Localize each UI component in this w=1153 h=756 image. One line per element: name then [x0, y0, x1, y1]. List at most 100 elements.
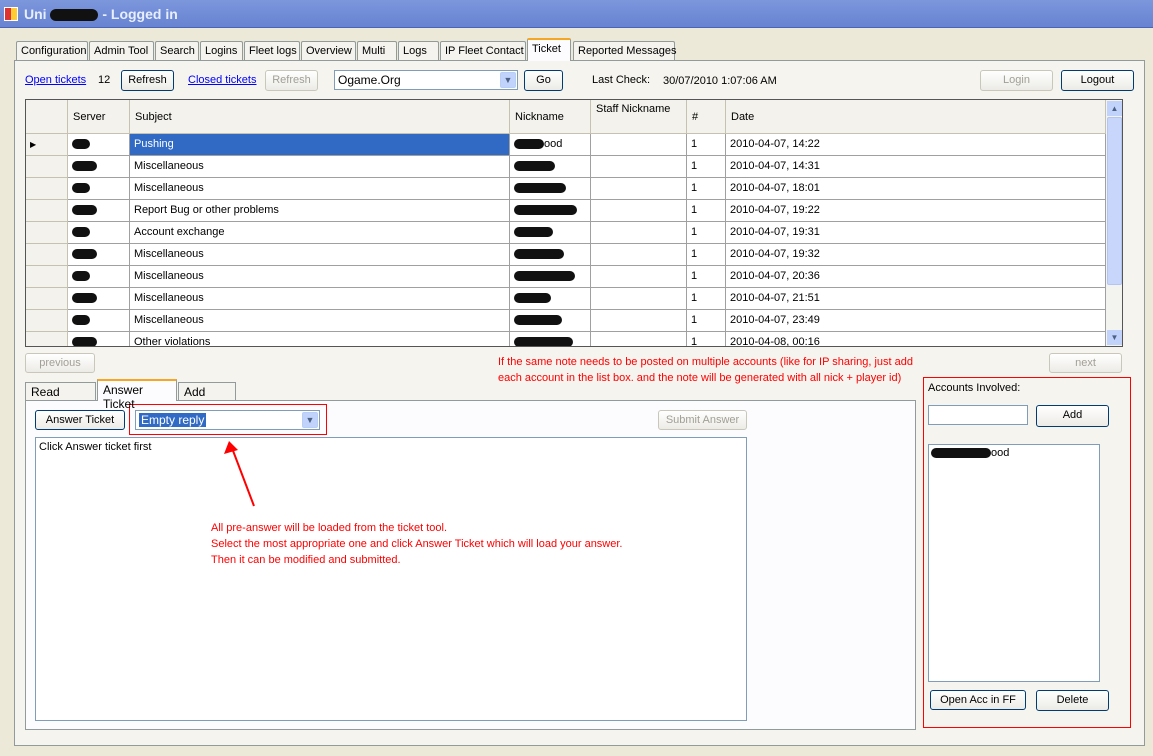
cell-date[interactable]: 2010-04-07, 21:51: [726, 288, 1106, 310]
row-header[interactable]: [26, 310, 68, 332]
column-header-nickname[interactable]: Nickname: [510, 100, 591, 134]
tab-answer-ticket[interactable]: Answer Ticket: [97, 379, 177, 411]
row-header[interactable]: [26, 178, 68, 200]
cell-subject[interactable]: Miscellaneous: [130, 288, 510, 310]
previous-button[interactable]: previous: [25, 353, 95, 373]
cell-count[interactable]: 1: [687, 200, 726, 222]
cell-server[interactable]: [68, 310, 130, 332]
cell-count[interactable]: 1: [687, 332, 726, 346]
cell-date[interactable]: 2010-04-07, 18:01: [726, 178, 1106, 200]
cell-nickname[interactable]: ood: [510, 134, 591, 156]
cell-staff[interactable]: [591, 222, 687, 244]
cell-subject[interactable]: Miscellaneous: [130, 310, 510, 332]
cell-nickname[interactable]: [510, 178, 591, 200]
cell-server[interactable]: [68, 222, 130, 244]
cell-server[interactable]: [68, 178, 130, 200]
table-row[interactable]: ▶ Pushing ood 1 2010-04-07, 14:22: [26, 134, 1106, 156]
cell-nickname[interactable]: [510, 200, 591, 222]
cell-server[interactable]: [68, 134, 130, 156]
cell-nickname[interactable]: [510, 156, 591, 178]
cell-server[interactable]: [68, 156, 130, 178]
scroll-up-icon[interactable]: ▲: [1107, 101, 1122, 116]
cell-server[interactable]: [68, 200, 130, 222]
row-header[interactable]: [26, 288, 68, 310]
tab-add-notes[interactable]: Add Notes: [178, 382, 236, 413]
answer-ticket-button[interactable]: Answer Ticket: [35, 410, 125, 430]
row-header[interactable]: [26, 156, 68, 178]
accounts-listbox[interactable]: ood: [928, 444, 1100, 682]
cell-subject[interactable]: Account exchange: [130, 222, 510, 244]
open-tickets-link[interactable]: Open tickets: [25, 74, 86, 86]
account-list-item[interactable]: ood: [931, 447, 1097, 459]
table-row[interactable]: Miscellaneous 1 2010-04-07, 18:01: [26, 178, 1106, 200]
column-header-date[interactable]: Date: [726, 100, 1106, 134]
table-row[interactable]: Other violations 1 2010-04-08, 00:16: [26, 332, 1106, 346]
cell-staff[interactable]: [591, 200, 687, 222]
column-header-staff-nickname[interactable]: Staff Nickname: [591, 100, 687, 134]
table-row[interactable]: Account exchange 1 2010-04-07, 19:31: [26, 222, 1106, 244]
column-header-count[interactable]: #: [687, 100, 726, 134]
cell-date[interactable]: 2010-04-07, 14:31: [726, 156, 1106, 178]
closed-tickets-link[interactable]: Closed tickets: [188, 74, 256, 86]
chevron-down-icon[interactable]: ▼: [302, 412, 318, 428]
cell-nickname[interactable]: [510, 310, 591, 332]
cell-staff[interactable]: [591, 288, 687, 310]
cell-subject[interactable]: Pushing: [130, 134, 510, 156]
cell-nickname[interactable]: [510, 222, 591, 244]
cell-nickname[interactable]: [510, 288, 591, 310]
submit-answer-button[interactable]: Submit Answer: [658, 410, 747, 430]
row-header[interactable]: [26, 332, 68, 346]
row-header[interactable]: [26, 244, 68, 266]
table-row[interactable]: Miscellaneous 1 2010-04-07, 21:51: [26, 288, 1106, 310]
cell-staff[interactable]: [591, 178, 687, 200]
cell-count[interactable]: 1: [687, 156, 726, 178]
next-button[interactable]: next: [1049, 353, 1122, 373]
scroll-down-icon[interactable]: ▼: [1107, 330, 1122, 345]
cell-server[interactable]: [68, 332, 130, 346]
table-row[interactable]: Report Bug or other problems 1 2010-04-07,…: [26, 200, 1106, 222]
table-row[interactable]: Miscellaneous 1 2010-04-07, 20:36: [26, 266, 1106, 288]
row-header[interactable]: [26, 200, 68, 222]
cell-nickname[interactable]: [510, 332, 591, 346]
column-header-server[interactable]: Server: [68, 100, 130, 134]
cell-subject[interactable]: Miscellaneous: [130, 178, 510, 200]
row-header[interactable]: ▶: [26, 134, 68, 156]
cell-subject[interactable]: Miscellaneous: [130, 244, 510, 266]
cell-count[interactable]: 1: [687, 222, 726, 244]
tab-reported-messages[interactable]: Reported Messages: [573, 41, 676, 60]
column-header-subject[interactable]: Subject: [130, 100, 510, 134]
answer-textarea[interactable]: Click Answer ticket first: [35, 437, 747, 721]
cell-count[interactable]: 1: [687, 134, 726, 156]
delete-account-button[interactable]: Delete: [1036, 690, 1109, 711]
reply-select[interactable]: Empty reply ▼: [135, 410, 320, 430]
tab-logs[interactable]: Logs: [398, 41, 439, 60]
tab-read-ticket[interactable]: Read Ticket: [25, 382, 96, 413]
cell-subject[interactable]: Report Bug or other problems: [130, 200, 510, 222]
cell-staff[interactable]: [591, 156, 687, 178]
tab-search[interactable]: Search: [155, 41, 199, 60]
cell-date[interactable]: 2010-04-08, 00:16: [726, 332, 1106, 346]
scroll-thumb[interactable]: [1107, 117, 1122, 285]
cell-subject[interactable]: Miscellaneous: [130, 156, 510, 178]
cell-nickname[interactable]: [510, 266, 591, 288]
server-select[interactable]: Ogame.Org ▼: [334, 70, 518, 90]
cell-subject[interactable]: Miscellaneous: [130, 266, 510, 288]
cell-staff[interactable]: [591, 244, 687, 266]
cell-count[interactable]: 1: [687, 178, 726, 200]
cell-server[interactable]: [68, 266, 130, 288]
cell-server[interactable]: [68, 244, 130, 266]
cell-date[interactable]: 2010-04-07, 19:32: [726, 244, 1106, 266]
logout-button[interactable]: Logout: [1061, 70, 1134, 91]
tab-fleet-logs[interactable]: Fleet logs: [244, 41, 300, 60]
tab-multi[interactable]: Multi: [357, 41, 397, 60]
table-row[interactable]: Miscellaneous 1 2010-04-07, 14:31: [26, 156, 1106, 178]
tab-logins[interactable]: Logins: [200, 41, 243, 60]
cell-date[interactable]: 2010-04-07, 19:22: [726, 200, 1106, 222]
row-header[interactable]: [26, 222, 68, 244]
cell-subject[interactable]: Other violations: [130, 332, 510, 346]
tab-overview[interactable]: Overview: [301, 41, 356, 60]
tab-ip-fleet-contact[interactable]: IP Fleet Contact: [440, 41, 526, 60]
refresh-open-button[interactable]: Refresh: [121, 70, 174, 91]
grid-scrollbar[interactable]: ▲ ▼: [1106, 100, 1122, 346]
cell-staff[interactable]: [591, 310, 687, 332]
